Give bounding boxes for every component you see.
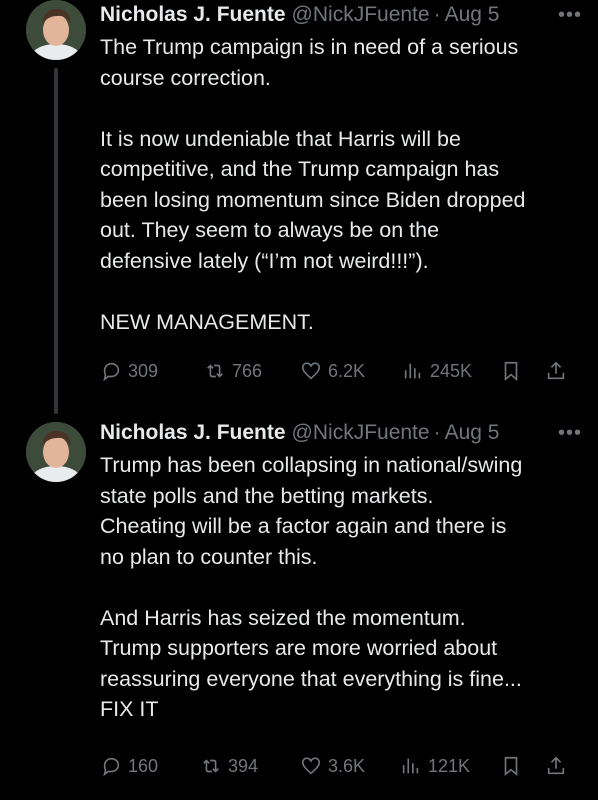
author-name[interactable]: Nicholas J. Fuente [100,421,286,445]
bookmark-icon [504,756,518,777]
views-count: 245K [430,360,473,381]
like-count: 3.6K [328,755,366,776]
repost-icon [207,364,223,378]
reply-icon [103,757,120,777]
tweet-date[interactable]: Aug 5 [445,3,500,27]
separator-dot: · [433,421,441,444]
tweet-header: Nicholas J. Fuente @NickJFuente · Aug 5 … [100,0,582,30]
bookmark-icon [504,361,518,382]
tweet-header: Nicholas J. Fuente @NickJFuente · Aug 5 … [100,418,582,448]
tweet-actions: 309 766 6.2K 245K [0,357,598,385]
views-icon [402,758,419,774]
avatar[interactable] [26,422,86,482]
views-button[interactable]: 245K [402,360,472,382]
repost-count: 766 [232,360,263,381]
reply-count: 309 [128,360,159,381]
bookmark-button[interactable] [500,360,522,382]
separator-dot: · [433,3,441,26]
reply-icon [103,362,120,382]
author-handle[interactable]: @NickJFuente [292,3,430,27]
author-handle[interactable]: @NickJFuente [292,421,430,445]
tweet-text: Trump has been collapsing in national/sw… [100,453,523,721]
avatar[interactable] [26,0,86,60]
like-icon [301,757,321,775]
like-count: 6.2K [328,360,366,381]
views-button[interactable]: 121K [400,755,470,777]
reply-count: 160 [128,755,159,776]
views-count: 121K [428,755,471,776]
like-icon [301,362,321,380]
tweet-actions: 160 394 3.6K 121K [0,752,598,780]
like-button[interactable]: 6.2K [300,360,365,382]
share-button[interactable] [545,360,567,382]
more-icon[interactable]: ••• [558,4,582,27]
repost-button[interactable]: 766 [204,360,262,382]
like-button[interactable]: 3.6K [300,755,365,777]
views-icon [404,363,421,379]
repost-count: 394 [228,755,259,776]
share-icon [547,361,565,380]
bookmark-button[interactable] [500,755,522,777]
tweet-date[interactable]: Aug 5 [445,421,500,445]
repost-icon [203,759,219,773]
reply-button[interactable]: 160 [100,755,158,777]
repost-button[interactable]: 394 [200,755,258,777]
author-name[interactable]: Nicholas J. Fuente [100,3,286,27]
tweet-text: The Trump campaign is in need of a serio… [100,35,526,334]
more-icon[interactable]: ••• [558,422,582,445]
share-icon [547,756,565,775]
reply-button[interactable]: 309 [100,360,158,382]
share-button[interactable] [545,755,567,777]
